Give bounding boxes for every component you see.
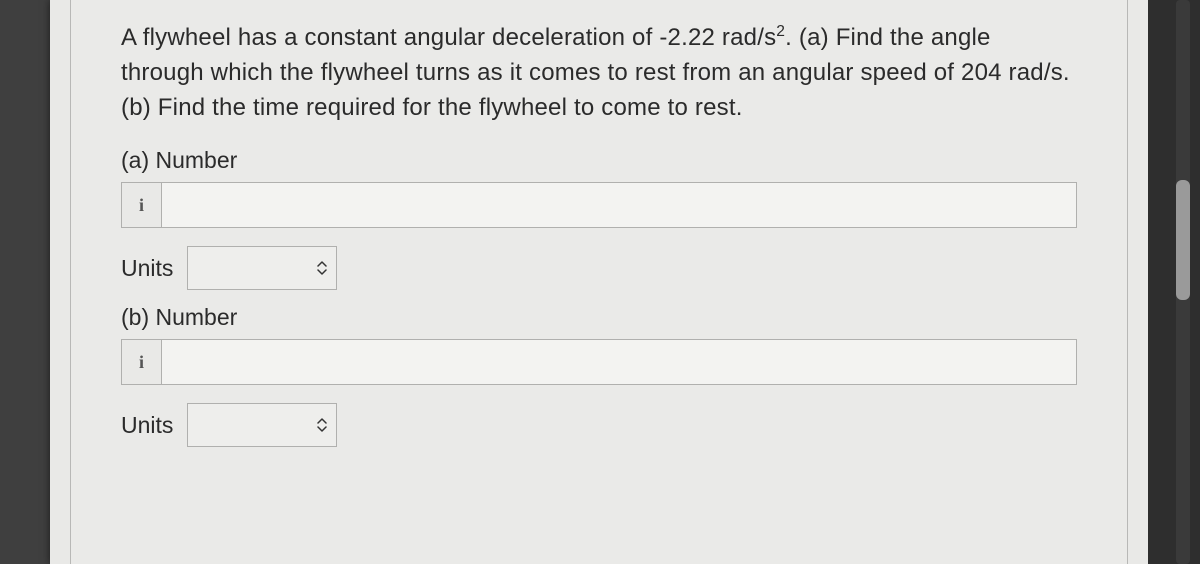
part-a-units-row: Units	[121, 246, 1077, 290]
page-surface: A flywheel has a constant angular decele…	[50, 0, 1148, 564]
part-a-units-select-wrap	[187, 246, 337, 290]
info-icon[interactable]: i	[121, 182, 161, 228]
part-a-number-label: (a) Number	[121, 147, 1077, 174]
part-b-number-input[interactable]	[161, 339, 1077, 385]
part-b-input-row: i	[121, 339, 1077, 385]
part-b-number-label: (b) Number	[121, 304, 1077, 331]
right-gutter	[1148, 0, 1200, 564]
part-b-units-select-wrap	[187, 403, 337, 447]
part-a-number-input[interactable]	[161, 182, 1077, 228]
question-panel: A flywheel has a constant angular decele…	[70, 0, 1128, 564]
part-b-units-label: Units	[121, 412, 173, 439]
part-b-units-row: Units	[121, 403, 1077, 447]
part-a-input-row: i	[121, 182, 1077, 228]
part-b-units-select[interactable]	[187, 403, 337, 447]
info-icon[interactable]: i	[121, 339, 161, 385]
part-a-units-select[interactable]	[187, 246, 337, 290]
scrollbar-thumb[interactable]	[1176, 180, 1190, 300]
viewport: A flywheel has a constant angular decele…	[0, 0, 1200, 564]
question-text: A flywheel has a constant angular decele…	[121, 21, 1077, 125]
part-a-units-label: Units	[121, 255, 173, 282]
